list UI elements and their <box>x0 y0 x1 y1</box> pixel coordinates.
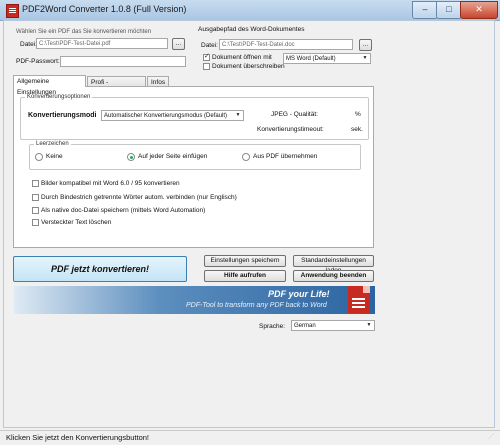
conversion-mode-select[interactable]: Automatischer Konvertierungsmodus (Defau… <box>101 110 244 121</box>
checkmark-icon: ✓ <box>204 53 210 60</box>
radio-none-label: Keine <box>46 153 63 160</box>
radio-every-page[interactable] <box>127 153 135 161</box>
convert-button[interactable]: PDF jetzt konvertieren! <box>13 256 187 282</box>
overwrite-label: Dokument überschreiben <box>212 63 285 70</box>
radio-every-page-label: Auf jeder Seite einfügen <box>138 153 208 160</box>
jpeg-quality-unit: % <box>355 111 361 118</box>
open-with-label: Dokument öffnen mit <box>212 54 272 61</box>
radio-from-pdf-label: Aus PDF übernehmen <box>253 153 318 160</box>
open-with-app-select[interactable]: MS Word (Default) ▼ <box>283 53 371 64</box>
banner-headline: PDF your Life! <box>268 289 330 299</box>
jpeg-quality-label: JPEG - Qualität: <box>271 111 318 118</box>
dropdown-arrow-icon: ▼ <box>362 55 368 61</box>
radio-from-pdf[interactable] <box>242 153 250 161</box>
banner-tagline: PDF-Tool to transform any PDF back to Wo… <box>186 302 327 309</box>
dropdown-arrow-icon: ▼ <box>235 112 241 118</box>
minimize-button[interactable]: – <box>412 1 438 19</box>
word95-images-checkbox[interactable] <box>32 180 39 187</box>
tab-general-settings[interactable]: Allgemeine Einstellungen <box>13 75 86 96</box>
hyphen-join-label: Durch Bindestrich getrennte Wörter autom… <box>41 194 237 201</box>
output-file-input[interactable]: C:\Test\PDF-Test-Datei.doc <box>219 39 353 50</box>
close-button[interactable]: ✕ <box>460 1 498 19</box>
radio-none[interactable] <box>35 153 43 161</box>
delete-hidden-text-label: Versteckter Text löschen <box>41 219 112 226</box>
pdf-password-label: PDF-Passwort: <box>16 58 60 65</box>
language-select[interactable]: German ▼ <box>291 320 375 331</box>
open-with-app-value: MS Word (Default) <box>286 56 336 62</box>
resize-grip-icon[interactable]: ⋰ <box>488 433 496 441</box>
native-doc-label: Als native doc-Datei speichern (mittels … <box>41 207 206 214</box>
timeout-label: Konvertierungstimeout: <box>257 126 324 133</box>
delete-hidden-text-checkbox[interactable] <box>32 219 39 226</box>
pdf-section-heading: Wählen Sie ein PDF das Sie konvertieren … <box>16 29 152 35</box>
page-break-legend: Leerzeichen <box>34 141 71 147</box>
pdf-browse-button[interactable]: ... <box>172 38 185 50</box>
conversion-mode-label: Konvertierungsmodi <box>28 112 97 119</box>
hyphen-join-checkbox[interactable] <box>32 194 39 201</box>
conversion-mode-value: Automatischer Konvertierungsmodus (Defau… <box>104 113 228 119</box>
open-with-checkbox[interactable]: ✓ <box>203 53 210 61</box>
word95-images-label: Bilder kompatibel mit Word 6.0 / 95 konv… <box>41 180 180 187</box>
output-browse-button[interactable]: ... <box>359 39 372 51</box>
language-value: German <box>294 323 316 329</box>
native-doc-checkbox[interactable] <box>32 207 39 214</box>
overwrite-checkbox[interactable] <box>203 63 210 70</box>
save-settings-button[interactable]: Einstellungen speichern <box>204 255 286 267</box>
timeout-unit: sek. <box>351 126 363 133</box>
pdf-document-icon <box>348 286 370 313</box>
status-text: Klicken Sie jetzt den Konvertierungsbutt… <box>6 433 150 442</box>
pdf-file-label: Datei: <box>20 41 37 48</box>
pdf-password-input[interactable] <box>60 56 186 67</box>
window-title: PDF2Word Converter 1.0.8 (Full Version) <box>22 4 187 14</box>
maximize-button[interactable]: □ <box>436 1 462 19</box>
exit-button[interactable]: Anwendung beenden <box>293 270 374 282</box>
load-default-settings-button[interactable]: Standardeinstellungen laden <box>293 255 374 274</box>
pdf-app-icon <box>6 4 19 18</box>
dropdown-arrow-icon: ▼ <box>366 322 372 328</box>
pdf-file-input[interactable]: C:\Test\PDF-Test-Datei.pdf <box>36 38 168 49</box>
output-file-label: Datei: <box>201 42 218 49</box>
language-label: Sprache: <box>259 323 286 330</box>
help-button[interactable]: Hilfe aufrufen <box>204 270 286 282</box>
output-section-heading: Ausgabepfad des Word-Dokumentes <box>198 26 305 33</box>
